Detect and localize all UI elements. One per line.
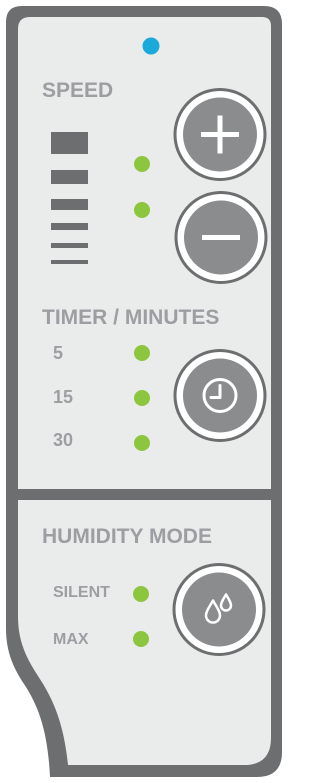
humidity-mode-title: HUMIDITY MODE [42,525,212,548]
speed-indicator-light-1 [134,156,150,172]
timer-option-15-label: 15 [53,387,74,407]
humidity-silent-indicator-light [133,586,149,602]
timer-30-indicator-light [134,435,150,451]
section-divider [18,489,271,500]
humidity-mode-button[interactable] [172,563,266,662]
humidity-silent-label: SILENT [53,584,110,601]
timer-5-indicator-light [134,345,150,361]
speed-bar-5 [51,243,88,248]
timer-title: TIMER / MINUTES [42,306,220,329]
speed-bar-3 [51,199,88,210]
timer-button[interactable] [173,349,267,448]
control-panel: SPEED TIMER / MINUTES 5 15 30 HUMIDITY M… [0,0,288,783]
speed-indicator-light-2 [134,202,150,218]
speed-title: SPEED [42,79,114,102]
speed-bar-2 [51,170,88,184]
power-indicator-light [142,37,160,55]
humidity-max-label: MAX [53,631,89,648]
timer-option-5-label: 5 [53,343,64,363]
speed-bar-4 [51,223,88,230]
timer-option-30-label: 30 [53,430,74,450]
humidity-max-indicator-light [133,631,149,647]
speed-bar-6 [51,260,88,264]
timer-15-indicator-light [134,390,150,406]
speed-increase-button[interactable] [173,88,267,187]
speed-bar-1 [51,132,88,154]
minus-icon [202,235,240,240]
speed-decrease-button[interactable] [174,191,268,290]
